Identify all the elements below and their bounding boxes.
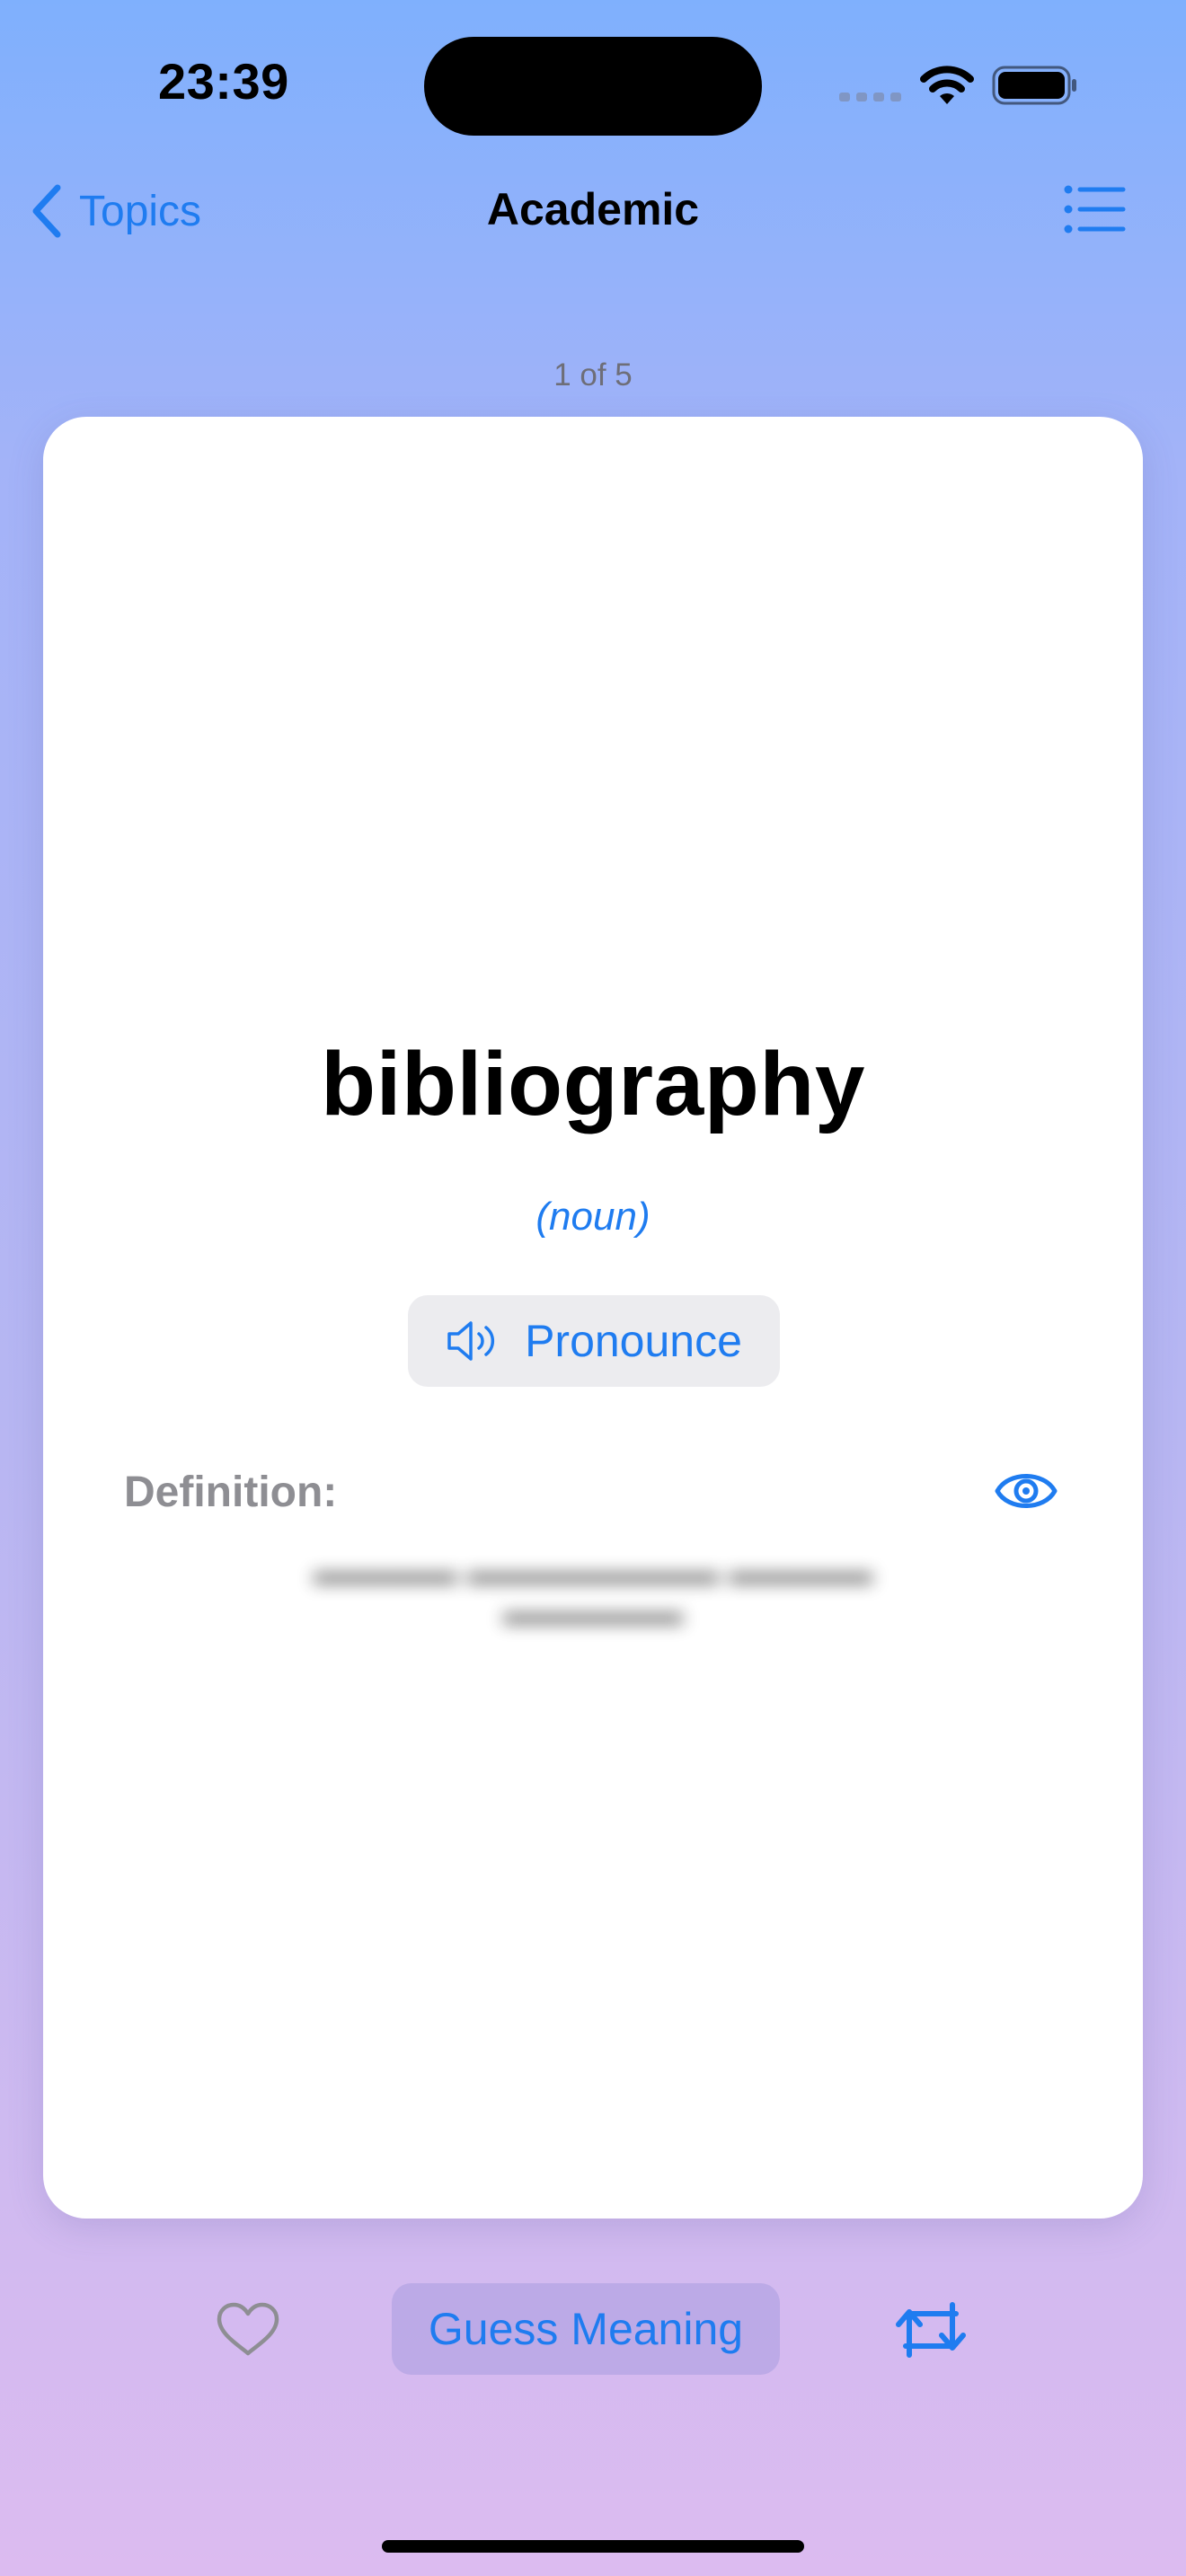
wifi-icon: [920, 66, 974, 104]
back-button[interactable]: Topics: [31, 180, 201, 243]
status-time: 23:39: [158, 53, 289, 110]
definition-text-blurred: ▬▬▬▬ ▬▬▬▬▬▬▬ ▬▬▬▬ ▬▬▬▬▬: [313, 1552, 873, 1632]
list-icon[interactable]: [1064, 185, 1127, 234]
pronounce-button[interactable]: Pronounce: [408, 1295, 780, 1387]
battery-icon: [992, 66, 1076, 105]
card-counter: 1 of 5: [553, 357, 633, 393]
definition-label: Definition:: [124, 1469, 338, 1516]
home-indicator[interactable]: [382, 2540, 804, 2553]
vocab-word: bibliography: [321, 1034, 865, 1134]
back-button-label: Topics: [79, 187, 202, 235]
heart-icon[interactable]: [216, 2301, 280, 2359]
chevron-left-icon: [32, 184, 61, 238]
speaker-icon: [447, 1321, 495, 1361]
guess-meaning-label: Guess Meaning: [428, 2304, 744, 2354]
part-of-speech: (noun): [535, 1195, 651, 1239]
signal-icon: [839, 93, 901, 101]
page-title: Academic: [486, 184, 700, 234]
flip-icon[interactable]: [893, 2299, 969, 2360]
dynamic-island: [424, 37, 762, 136]
guess-meaning-button[interactable]: Guess Meaning: [392, 2283, 780, 2375]
pronounce-label: Pronounce: [525, 1316, 742, 1366]
eye-icon[interactable]: [994, 1462, 1058, 1520]
